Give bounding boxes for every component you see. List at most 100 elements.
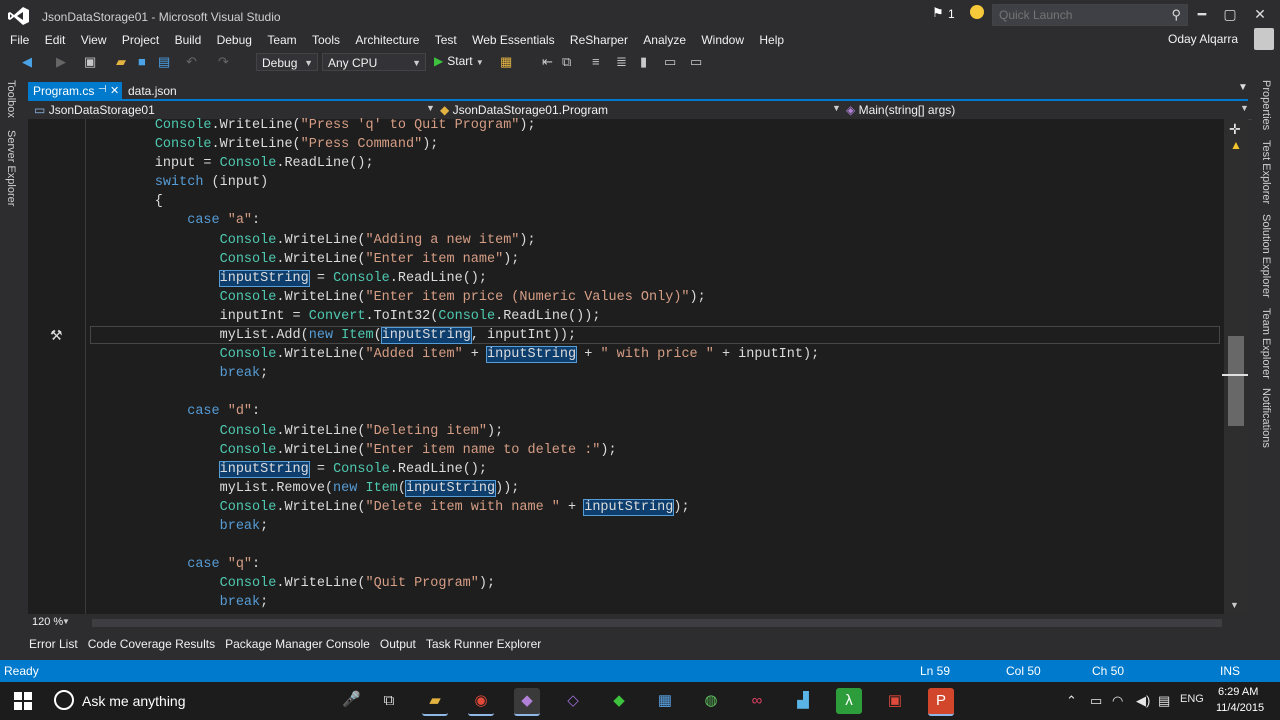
- menu-view[interactable]: View: [75, 31, 113, 49]
- menu-web-essentials[interactable]: Web Essentials: [466, 31, 560, 49]
- file-explorer-icon[interactable]: ▰: [422, 688, 448, 716]
- tab-code-coverage[interactable]: Code Coverage Results: [83, 632, 220, 656]
- save-all-icon[interactable]: ▤: [158, 54, 170, 70]
- tab-package-manager-console[interactable]: Package Manager Console: [220, 632, 375, 656]
- back-icon[interactable]: ◀: [22, 54, 32, 70]
- tab-task-runner-explorer[interactable]: Task Runner Explorer: [421, 632, 546, 656]
- windows-start-icon[interactable]: [14, 692, 32, 710]
- menu-window[interactable]: Window: [695, 31, 750, 49]
- menu-edit[interactable]: Edit: [39, 31, 72, 49]
- outdent-icon[interactable]: ≣: [616, 54, 627, 70]
- layout-icon[interactable]: ⧉: [562, 54, 571, 70]
- taskbar-search[interactable]: Ask me anything: [82, 693, 186, 709]
- step-icon[interactable]: ⇤: [542, 54, 553, 70]
- visual-studio-taskbar-icon[interactable]: ◆: [514, 688, 540, 716]
- platform-value: Any CPU: [328, 56, 378, 70]
- uncomment-icon[interactable]: ▭: [690, 54, 702, 70]
- indent-icon[interactable]: ≡: [592, 54, 600, 69]
- media-app-icon[interactable]: ▣: [882, 688, 908, 714]
- bookmark-icon[interactable]: ▮: [640, 54, 647, 70]
- menu-team[interactable]: Team: [261, 31, 302, 49]
- tab-error-list[interactable]: Error List: [24, 632, 83, 656]
- green-app-icon[interactable]: ◆: [606, 688, 632, 714]
- chevron-down-icon[interactable]: ▼: [1240, 103, 1249, 113]
- start-button[interactable]: ▶ Start ▼: [434, 54, 484, 68]
- quick-launch-box[interactable]: ⚲: [992, 4, 1188, 26]
- server-explorer-tab[interactable]: Server Explorer: [5, 130, 17, 206]
- wifi-icon[interactable]: ◠: [1112, 693, 1123, 709]
- warning-icon[interactable]: ▲: [1230, 138, 1242, 152]
- menu-project[interactable]: Project: [116, 31, 165, 49]
- flickr-app-icon[interactable]: ∞: [744, 688, 770, 714]
- menu-analyze[interactable]: Analyze: [637, 31, 692, 49]
- task-view-icon[interactable]: ⧉: [376, 688, 402, 714]
- split-window-plus-icon[interactable]: ✛: [1229, 121, 1241, 138]
- test-explorer-tab[interactable]: Test Explorer: [1260, 140, 1272, 204]
- maximize-button[interactable]: ▢: [1216, 4, 1244, 24]
- tab-data-json[interactable]: data.json: [128, 84, 177, 98]
- chevron-down-icon[interactable]: ▼: [426, 103, 435, 113]
- tab-output[interactable]: Output: [375, 632, 421, 656]
- feedback-smiley-icon[interactable]: [970, 5, 984, 19]
- chevron-down-icon[interactable]: ▼: [832, 103, 841, 113]
- scrollbar-thumb[interactable]: [1228, 336, 1244, 426]
- code-text[interactable]: Console.WriteLine("Press 'q' to Quit Pro…: [90, 116, 819, 612]
- avatar[interactable]: [1254, 28, 1274, 50]
- close-button[interactable]: ✕: [1246, 4, 1274, 24]
- android-app-icon[interactable]: ◍: [698, 688, 724, 714]
- tab-overflow-chevron-icon[interactable]: ▼: [1238, 82, 1248, 93]
- menu-help[interactable]: Help: [753, 31, 790, 49]
- cortana-icon[interactable]: [54, 690, 74, 710]
- redo-icon[interactable]: ↷: [218, 54, 229, 70]
- minimize-button[interactable]: ━: [1188, 4, 1216, 24]
- menu-file[interactable]: File: [4, 31, 35, 49]
- solution-explorer-tab[interactable]: Solution Explorer: [1260, 214, 1272, 298]
- comment-icon[interactable]: ▭: [664, 54, 676, 70]
- menu-debug[interactable]: Debug: [211, 31, 258, 49]
- team-explorer-tab[interactable]: Team Explorer: [1260, 308, 1272, 379]
- network-app-icon[interactable]: ▦: [652, 688, 678, 714]
- quick-action-hammer-icon[interactable]: ⚒: [50, 327, 63, 344]
- action-center-icon[interactable]: ▤: [1158, 693, 1170, 709]
- browser-link-icon[interactable]: ▦: [500, 54, 512, 70]
- horizontal-scrollbar[interactable]: [92, 619, 1222, 627]
- microphone-icon[interactable]: 🎤: [342, 690, 361, 708]
- clock-date[interactable]: 11/4/2015: [1216, 702, 1264, 714]
- tab-program-cs[interactable]: Program.cs ⊣ ✕: [28, 82, 122, 100]
- forward-icon[interactable]: ▶: [56, 54, 66, 70]
- properties-tab[interactable]: Properties: [1260, 80, 1272, 130]
- open-folder-icon[interactable]: ▰: [116, 54, 126, 70]
- visual-studio-blend-icon[interactable]: ◇: [560, 688, 586, 714]
- new-project-icon[interactable]: ▣: [84, 54, 96, 70]
- zoom-level[interactable]: 120 %: [32, 616, 63, 628]
- chrome-icon[interactable]: ◉: [468, 688, 494, 716]
- clock-time[interactable]: 6:29 AM: [1218, 686, 1258, 698]
- member-dropdown[interactable]: ◈ Main(string[] args): [846, 102, 955, 118]
- platform-select[interactable]: Any CPU ▼: [322, 53, 426, 71]
- menu-resharper[interactable]: ReSharper: [564, 31, 634, 49]
- close-icon[interactable]: ✕: [110, 84, 119, 97]
- language-indicator[interactable]: ENG: [1180, 693, 1204, 705]
- power-icon[interactable]: ▭: [1090, 693, 1102, 709]
- right-tool-rail: Properties Test Explorer Solution Explor…: [1254, 76, 1280, 632]
- volume-icon[interactable]: ◀): [1136, 693, 1150, 709]
- toolbox-tab[interactable]: Toolbox: [5, 80, 17, 118]
- notification-flag-icon[interactable]: ⚑: [932, 5, 944, 21]
- menu-build[interactable]: Build: [169, 31, 208, 49]
- tray-chevron-up-icon[interactable]: ⌃: [1066, 693, 1077, 709]
- scroll-down-icon[interactable]: ▼: [1230, 600, 1239, 610]
- configuration-select[interactable]: Debug ▼: [256, 53, 318, 71]
- paint-app-icon[interactable]: ▟: [790, 688, 816, 714]
- menu-tools[interactable]: Tools: [306, 31, 346, 49]
- notifications-tab[interactable]: Notifications: [1260, 388, 1272, 448]
- chevron-down-icon[interactable]: ▼: [62, 617, 70, 626]
- lambda-app-icon[interactable]: λ: [836, 688, 862, 714]
- quick-launch-input[interactable]: [993, 5, 1165, 25]
- undo-icon[interactable]: ↶: [186, 54, 197, 70]
- menu-architecture[interactable]: Architecture: [349, 31, 425, 49]
- pin-icon[interactable]: ⊣: [98, 84, 107, 95]
- save-icon[interactable]: ■: [138, 54, 146, 69]
- powerpoint-icon[interactable]: P: [928, 688, 954, 716]
- user-name[interactable]: Oday Alqarra: [1168, 32, 1238, 46]
- menu-test[interactable]: Test: [429, 31, 463, 49]
